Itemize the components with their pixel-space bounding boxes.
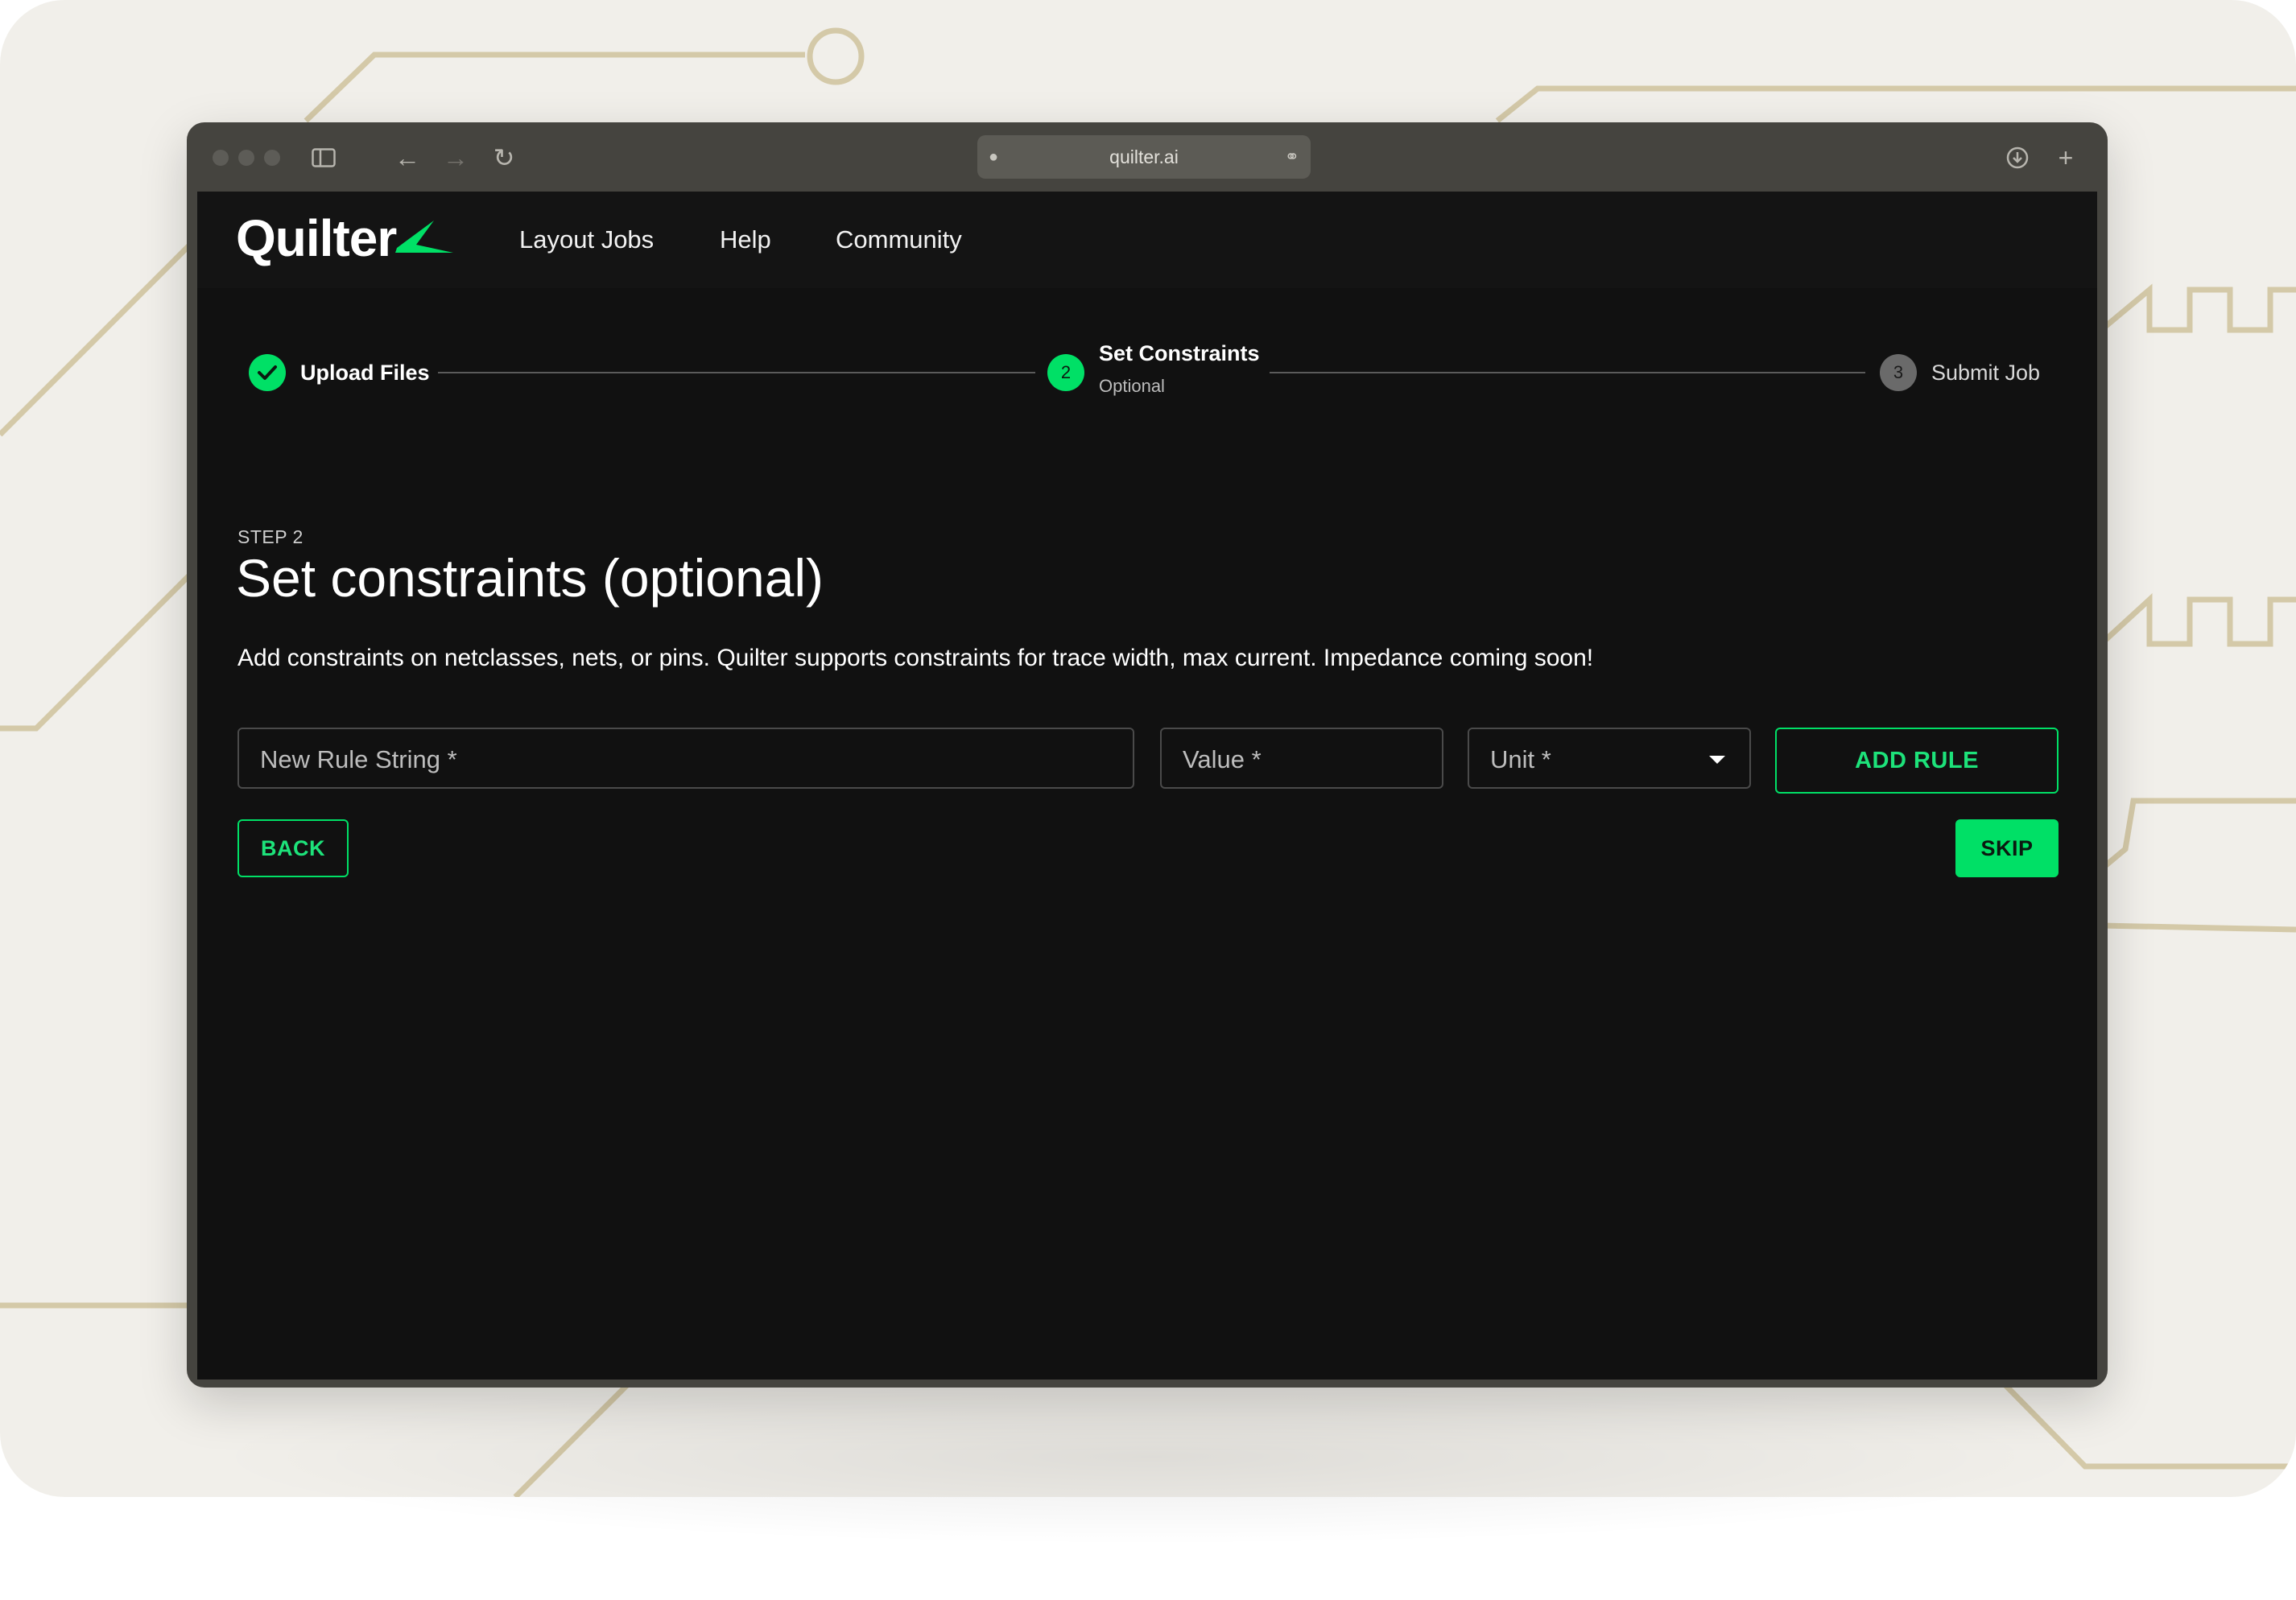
page-viewport: Quilter Layout Jobs Help Community Uploa… [197,192,2097,1379]
url-text: quilter.ai [1109,146,1179,167]
browser-toolbar: ← → ↻ ● quilter.ai ⚭ + [187,122,2108,192]
address-bar[interactable]: ● quilter.ai ⚭ [977,135,1311,179]
reload-icon[interactable]: ↻ [488,142,520,174]
sidebar-icon[interactable] [308,142,340,175]
step-submit-job: Submit Job [1931,361,2041,385]
skip-button[interactable]: SKIP [1955,819,2059,877]
page-description: Add constraints on netclasses, nets, or … [237,645,1594,671]
back-button[interactable]: BACK [237,819,349,877]
rule-string-input[interactable]: New Rule String * [237,728,1134,789]
window-close-dot[interactable] [213,150,229,166]
step-number-badge: 2 [1047,354,1084,391]
nav-community[interactable]: Community [836,224,962,256]
page-title: Set constraints (optional) [236,548,824,608]
chevron-down-icon [1709,756,1725,764]
check-icon [249,354,286,391]
add-rule-button[interactable]: ADD RULE [1775,728,2059,794]
nav-layout-jobs[interactable]: Layout Jobs [519,224,654,256]
step-optional-label: Optional [1099,376,1165,396]
unit-placeholder: Unit * [1490,745,1551,773]
app-header: Quilter Layout Jobs Help Community [197,192,2097,288]
link-icon[interactable]: ⚭ [1285,135,1299,179]
window-zoom-dot[interactable] [264,150,280,166]
rule-string-placeholder: New Rule String * [260,745,457,773]
window-minimize-dot[interactable] [238,150,254,166]
step-set-constraints: Set Constraints [1099,341,1260,365]
step-connector [1270,372,1865,373]
value-input[interactable]: Value * [1160,728,1443,789]
lock-icon: ● [989,148,999,166]
step-connector [438,372,1035,373]
plus-icon[interactable]: + [2050,142,2082,174]
step-upload-files: Upload Files [300,361,430,385]
quilter-logo[interactable]: Quilter [236,192,477,288]
step-number-badge: 3 [1880,354,1917,391]
forward-arrow-icon[interactable]: → [440,142,472,174]
brand-name: Quilter [236,209,397,267]
window-shadow [201,1368,2101,1545]
bolt-icon [395,221,453,253]
download-icon[interactable] [2001,142,2034,177]
nav-help[interactable]: Help [720,224,771,256]
back-arrow-icon[interactable]: ← [391,142,423,174]
unit-select[interactable]: Unit * [1468,728,1751,789]
value-placeholder: Value * [1183,745,1262,773]
browser-window: ← → ↻ ● quilter.ai ⚭ + Quilter Layout Jo… [187,122,2108,1388]
